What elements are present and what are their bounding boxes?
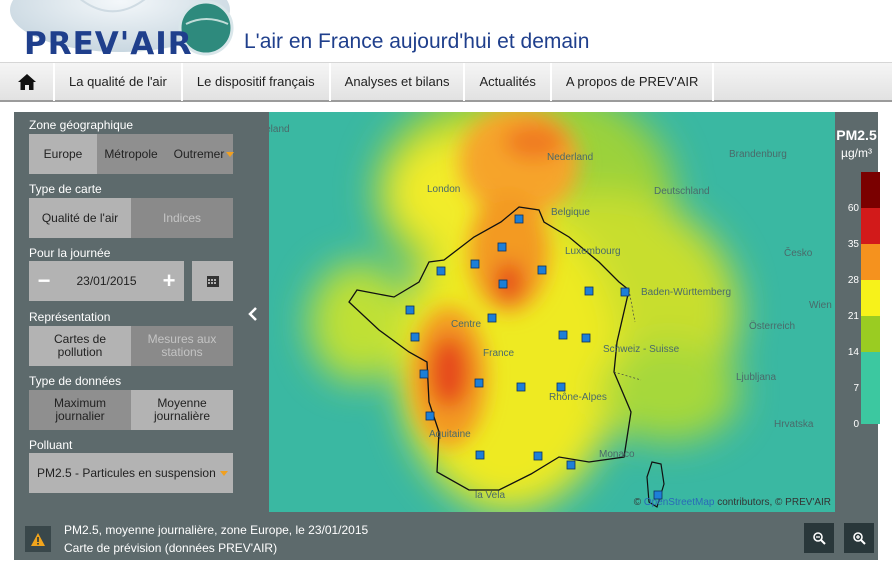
legend-swatch-28-35: [861, 244, 880, 280]
map-label-ireland: Ireland: [269, 124, 290, 135]
page-title: L'air en France aujourd'hui et demain: [244, 30, 590, 53]
openstreetmap-link[interactable]: OpenStreetMap: [644, 497, 715, 508]
legend-tick: 21: [847, 311, 859, 322]
prevair-logo[interactable]: PREV'AIR: [0, 0, 240, 62]
data-type-selector: Maximum journalier Moyenne journalière: [29, 390, 233, 430]
control-sidebar: Zone géographique Europe Métropole Outre…: [14, 112, 241, 516]
chevron-down-icon: [226, 152, 234, 157]
map-footer: PM2.5, moyenne journalière, zone Europe,…: [14, 516, 878, 560]
nav-item-qualite[interactable]: La qualité de l'air: [55, 63, 183, 101]
map-canvas: Ireland Nederland London Brandenburg Deu…: [269, 112, 835, 512]
map-type-selector: Qualité de l'air Indices: [29, 198, 233, 238]
header: PREV'AIR L'air en France aujourd'hui et …: [0, 0, 892, 62]
calendar-button[interactable]: [192, 261, 233, 301]
attribution-suffix: contributors, © PREV'AIR: [714, 497, 831, 508]
pollutant-value: PM2.5 - Particules en suspension: [37, 466, 216, 480]
repr-cartes-option[interactable]: Cartes de pollution: [29, 326, 131, 366]
map-label-aquitaine: Aquitaine: [429, 429, 471, 440]
map-label-brandenburg: Brandenburg: [729, 149, 787, 160]
map-type-label: Type de carte: [29, 182, 102, 196]
day-label: Pour la journée: [29, 246, 111, 260]
logo-text: PREV'AIR: [24, 26, 193, 62]
map-label-france: France: [483, 348, 515, 359]
legend-tick: 7: [853, 383, 859, 394]
nav-item-analyses[interactable]: Analyses et bilans: [331, 63, 466, 101]
collapse-sidebar-button[interactable]: [246, 304, 260, 324]
map-label-baden-wurttemberg: Baden-Württemberg: [641, 287, 731, 298]
calendar-icon: [206, 275, 219, 287]
map-source: Carte de prévision (données PREV'AIR): [64, 541, 278, 555]
legend-tick: 14: [847, 347, 859, 358]
legend-tick: 0: [853, 419, 859, 430]
legend-title: PM2.5: [836, 127, 877, 143]
zone-metropole-option[interactable]: Métropole: [97, 134, 165, 174]
data-type-moyenne-option[interactable]: Moyenne journalière: [131, 390, 233, 430]
map-label-deutschland: Deutschland: [654, 186, 710, 197]
map-label-rhone-alpes: Rhône-Alpes: [549, 392, 607, 403]
repr-mesures-option[interactable]: Mesures aux stations: [131, 326, 233, 366]
map-label-nederland: Nederland: [547, 152, 593, 163]
legend-swatch-35-60: [861, 208, 880, 244]
data-type-label: Type de données: [29, 374, 122, 388]
map-label-la-vela: la Vela: [475, 490, 505, 501]
color-legend: PM2.5 µg/m³ 60 35 28 21 14 7 0: [835, 112, 880, 432]
map-description: PM2.5, moyenne journalière, zone Europe,…: [64, 523, 369, 537]
date-next-button[interactable]: +: [154, 268, 184, 294]
zone-outremer-option[interactable]: Outremer: [165, 134, 234, 174]
legend-swatch-0-14: [861, 352, 880, 424]
date-field[interactable]: 23/01/2015: [59, 274, 154, 288]
legend-tick: 28: [847, 275, 859, 286]
map-label-london: London: [427, 184, 460, 195]
chevron-down-icon: [220, 471, 228, 476]
data-type-max-option[interactable]: Maximum journalier: [29, 390, 131, 430]
zoom-in-button[interactable]: [844, 523, 874, 553]
map-label-monaco: Monaco: [599, 449, 635, 460]
zone-label: Zone géographique: [29, 118, 134, 132]
chevron-left-icon: [248, 307, 257, 321]
zone-europe-option[interactable]: Europe: [29, 134, 97, 174]
nav-item-actualites[interactable]: Actualités: [465, 63, 552, 101]
attribution-prefix: ©: [633, 497, 644, 508]
zoom-out-button[interactable]: [804, 523, 834, 553]
pollutant-label: Polluant: [29, 438, 73, 452]
nav-item-dispositif[interactable]: Le dispositif français: [183, 63, 331, 101]
pollution-map[interactable]: Ireland Nederland London Brandenburg Deu…: [269, 112, 835, 512]
legend-swatch-60plus: [861, 172, 880, 208]
date-picker: − 23/01/2015 +: [29, 261, 184, 301]
map-label-osterreich: Österreich: [749, 320, 795, 332]
zone-outremer-label: Outremer: [173, 146, 225, 161]
legend-tick: 35: [847, 239, 859, 250]
nav-item-apropos[interactable]: A propos de PREV'AIR: [552, 63, 715, 101]
map-label-cesko: Česko: [784, 246, 813, 259]
map-type-qualite-option[interactable]: Qualité de l'air: [29, 198, 131, 238]
map-label-wien: Wien: [809, 300, 832, 311]
zone-selector: Europe Métropole Outremer: [29, 134, 234, 174]
map-attribution: © OpenStreetMap contributors, © PREV'AIR: [634, 497, 831, 508]
map-panel: Zone géographique Europe Métropole Outre…: [14, 112, 880, 560]
map-label-belgique: Belgique: [551, 207, 590, 218]
nav-home[interactable]: [0, 63, 55, 101]
representation-selector: Cartes de pollution Mesures aux stations: [29, 326, 233, 366]
legend-swatch-14-21: [861, 316, 880, 352]
map-label-luxembourg: Luxembourg: [565, 246, 621, 257]
legend-swatch-21-28: [861, 280, 880, 316]
map-label-centre: Centre: [451, 319, 481, 330]
home-icon: [17, 74, 36, 90]
date-prev-button[interactable]: −: [29, 268, 59, 294]
warning-icon: [31, 532, 45, 546]
main-nav: La qualité de l'air Le dispositif frança…: [0, 62, 892, 102]
map-label-ljubljana: Ljubljana: [736, 372, 776, 383]
representation-label: Représentation: [29, 310, 111, 324]
zoom-in-icon: [852, 531, 866, 545]
map-type-indices-option[interactable]: Indices: [131, 198, 233, 238]
map-label-schweiz: Schweiz - Suisse: [603, 344, 680, 355]
legend-unit: µg/m³: [841, 146, 872, 160]
zoom-out-icon: [812, 531, 826, 545]
legend-color-bar: [861, 172, 880, 424]
map-label-hrvatska: Hrvatska: [774, 419, 814, 430]
warning-button[interactable]: [25, 526, 51, 552]
legend-tick: 60: [847, 203, 859, 214]
pollutant-select[interactable]: PM2.5 - Particules en suspension: [29, 453, 233, 493]
